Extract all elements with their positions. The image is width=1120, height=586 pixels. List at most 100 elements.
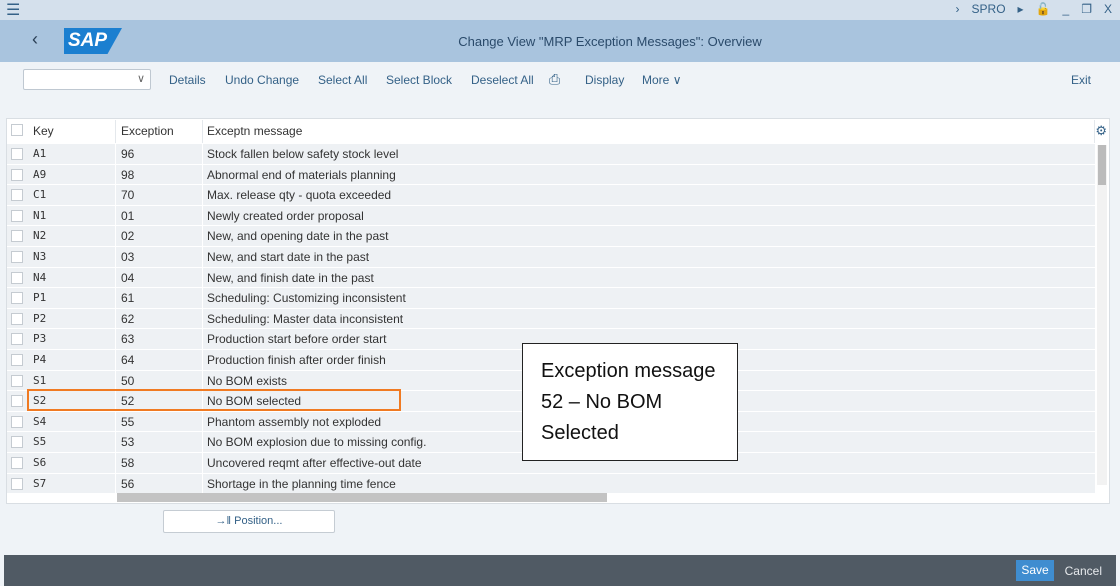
cell-message[interactable]: New, and finish date in the past <box>203 268 1095 288</box>
cell-exception[interactable]: 50 <box>116 370 203 391</box>
cell-exception[interactable]: 96 <box>116 144 203 164</box>
cell-key[interactable]: S5 <box>29 432 116 452</box>
row-checkbox[interactable] <box>11 209 23 222</box>
row-checkbox[interactable] <box>11 168 23 181</box>
row-checkbox[interactable] <box>11 312 23 325</box>
row-checkbox[interactable] <box>11 374 23 387</box>
cancel-button[interactable]: Cancel <box>1065 564 1102 578</box>
cell-key[interactable]: N3 <box>29 247 116 267</box>
row-checkbox[interactable] <box>11 457 23 469</box>
row-checkbox[interactable] <box>11 354 23 366</box>
cell-exception[interactable]: 04 <box>116 267 203 288</box>
display-button[interactable]: Display <box>585 73 624 87</box>
minimize-icon[interactable]: _ <box>1063 2 1070 16</box>
cell-exception[interactable]: 01 <box>116 205 203 226</box>
cell-message[interactable]: Newly created order proposal <box>203 206 1095 226</box>
cell-message[interactable]: Scheduling: Customizing inconsistent <box>203 288 1095 308</box>
row-checkbox[interactable] <box>11 395 23 408</box>
table-row[interactable]: N3 03 New, and start date in the past <box>7 247 1095 268</box>
print-icon[interactable]: ⎙ <box>549 71 560 88</box>
cell-key[interactable]: C1 <box>29 185 116 205</box>
column-header-message[interactable]: Exceptn message <box>203 120 1095 143</box>
column-header-key[interactable]: Key <box>29 120 116 143</box>
cell-exception[interactable]: 55 <box>116 411 203 432</box>
cell-exception[interactable]: 63 <box>116 329 203 349</box>
undo-change-button[interactable]: Undo Change <box>225 73 299 87</box>
cell-key[interactable]: P2 <box>29 308 116 329</box>
hamburger-icon[interactable]: ☰ <box>6 0 20 20</box>
cell-key[interactable]: P4 <box>29 350 116 370</box>
settings-gear-icon[interactable]: ⚙ <box>1095 123 1107 139</box>
cell-exception[interactable]: 03 <box>116 247 203 267</box>
horizontal-scrollbar[interactable] <box>117 493 607 502</box>
cell-message[interactable]: Stock fallen below safety stock level <box>203 144 1095 164</box>
cell-key[interactable]: N4 <box>29 267 116 288</box>
details-button[interactable]: Details <box>169 73 206 87</box>
table-row[interactable]: S7 56 Shortage in the planning time fenc… <box>7 473 1095 495</box>
cell-key[interactable]: P3 <box>29 329 116 349</box>
cell-message[interactable]: Scheduling: Master data inconsistent <box>203 309 1095 329</box>
row-checkbox[interactable] <box>11 271 23 284</box>
row-checkbox[interactable] <box>11 148 23 160</box>
cell-key[interactable]: S7 <box>29 473 116 494</box>
table-row[interactable]: N2 02 New, and opening date in the past <box>7 226 1095 247</box>
cell-message[interactable]: New, and start date in the past <box>203 247 1095 267</box>
vertical-scrollbar[interactable] <box>1097 145 1107 485</box>
toolbar: ∨ Details Undo Change Select All Select … <box>0 62 1120 98</box>
scrollbar-thumb[interactable] <box>1098 145 1106 185</box>
table-row[interactable]: N4 04 New, and finish date in the past <box>7 267 1095 289</box>
cell-exception[interactable]: 58 <box>116 453 203 473</box>
cell-exception[interactable]: 02 <box>116 226 203 246</box>
deselect-all-button[interactable]: Deselect All <box>471 73 534 87</box>
select-all-button[interactable]: Select All <box>318 73 367 87</box>
cell-key[interactable]: N2 <box>29 226 116 246</box>
row-checkbox[interactable] <box>11 477 23 490</box>
cell-key[interactable]: S1 <box>29 370 116 391</box>
row-checkbox[interactable] <box>11 292 23 305</box>
close-icon[interactable]: X <box>1104 2 1112 16</box>
cell-message[interactable]: Abnormal end of materials planning <box>203 165 1095 185</box>
cell-exception[interactable]: 62 <box>116 308 203 329</box>
cell-key[interactable]: S6 <box>29 453 116 473</box>
table-row[interactable]: A1 96 Stock fallen below safety stock le… <box>7 144 1095 165</box>
row-checkbox[interactable] <box>11 230 23 243</box>
tcode-label: SPRO <box>971 2 1006 16</box>
table-row[interactable]: C1 70 Max. release qty - quota exceeded <box>7 185 1095 206</box>
cell-message[interactable]: Max. release qty - quota exceeded <box>203 185 1095 205</box>
select-all-checkbox[interactable] <box>11 124 23 136</box>
cell-message[interactable]: Shortage in the planning time fence <box>203 474 1095 494</box>
table-row[interactable]: P2 62 Scheduling: Master data inconsiste… <box>7 308 1095 330</box>
restore-icon[interactable]: ❐ <box>1081 2 1092 16</box>
select-block-button[interactable]: Select Block <box>386 73 452 87</box>
play-icon[interactable]: ▸ <box>1018 2 1024 16</box>
row-checkbox[interactable] <box>11 415 23 428</box>
cell-key[interactable]: N1 <box>29 205 116 226</box>
row-checkbox[interactable] <box>11 436 23 449</box>
more-button[interactable]: More ∨ <box>642 73 681 87</box>
column-header-exception[interactable]: Exception <box>116 120 203 143</box>
cell-exception[interactable]: 56 <box>116 473 203 494</box>
cell-exception[interactable]: 98 <box>116 164 203 185</box>
save-button[interactable]: Save <box>1016 560 1054 581</box>
table-header: Key Exception Exceptn message <box>7 120 1095 143</box>
cell-key[interactable]: A1 <box>29 144 116 164</box>
cell-exception[interactable]: 70 <box>116 185 203 205</box>
table-row[interactable]: P1 61 Scheduling: Customizing inconsiste… <box>7 288 1095 309</box>
exit-button[interactable]: Exit <box>1071 73 1091 87</box>
cell-message[interactable]: New, and opening date in the past <box>203 226 1095 246</box>
table-row[interactable]: A9 98 Abnormal end of materials planning <box>7 164 1095 186</box>
cell-exception[interactable]: 64 <box>116 350 203 370</box>
view-dropdown[interactable]: ∨ <box>23 69 151 90</box>
row-checkbox[interactable] <box>11 251 23 263</box>
table-row[interactable]: N1 01 Newly created order proposal <box>7 205 1095 227</box>
position-button[interactable]: →‖ Position... <box>163 510 335 533</box>
lock-icon[interactable]: 🔓 <box>1036 2 1051 16</box>
row-checkbox[interactable] <box>11 189 23 202</box>
cell-key[interactable]: S4 <box>29 411 116 432</box>
cell-exception[interactable]: 61 <box>116 288 203 308</box>
row-checkbox[interactable] <box>11 333 23 346</box>
cell-key[interactable]: P1 <box>29 288 116 308</box>
cell-key[interactable]: A9 <box>29 164 116 185</box>
chevron-right-icon[interactable]: › <box>956 2 960 16</box>
cell-exception[interactable]: 53 <box>116 432 203 452</box>
